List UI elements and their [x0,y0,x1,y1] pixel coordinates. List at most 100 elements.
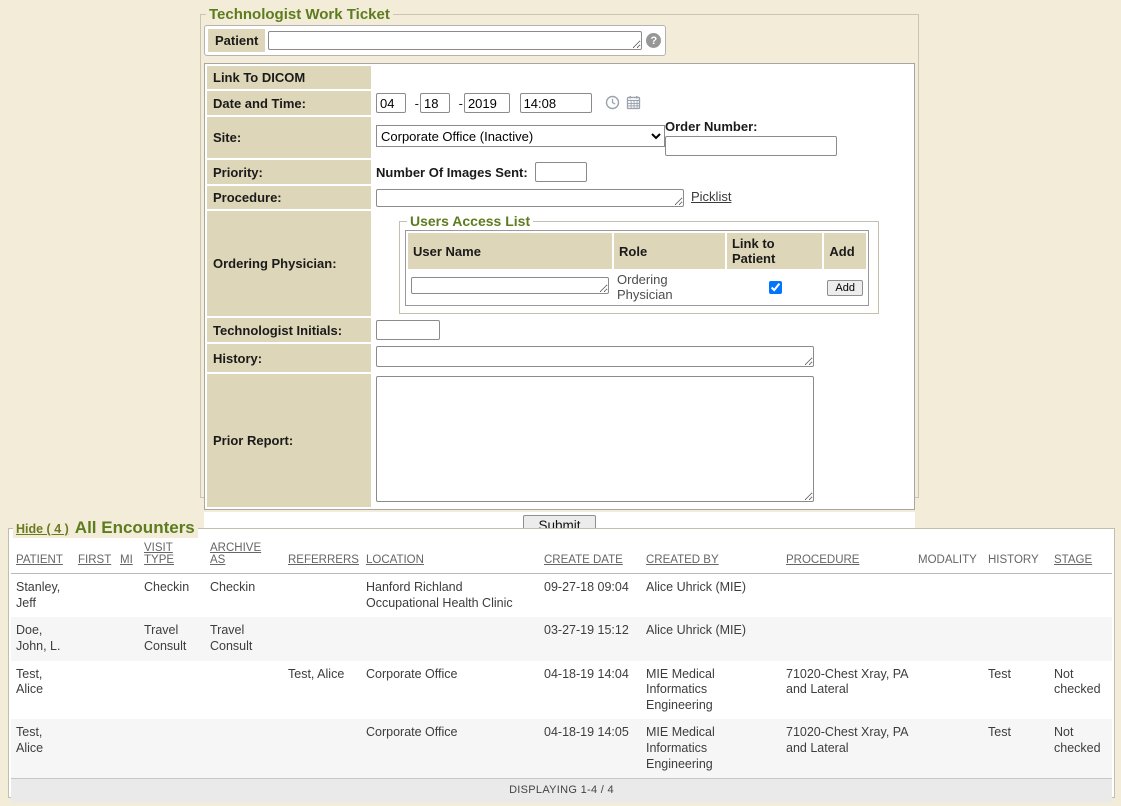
procedure-input[interactable] [376,189,684,207]
all-encounters-section: Hide ( 4 ) All Encounters PATIENT FIRST M… [8,518,1115,798]
users-access-row: Ordering Physician Add [408,271,866,303]
patient-input[interactable] [268,31,642,50]
role-header: Role [614,233,725,269]
encounter-row[interactable]: Test, Alice Corporate Office 04-18-19 14… [11,719,1112,778]
cell-created-by: MIE Medical Informatics Engineering [641,661,781,720]
column-header-stage[interactable]: STAGE [1049,539,1112,574]
cell-location [361,617,539,660]
help-icon[interactable]: ? [646,33,661,48]
date-separator: - [415,96,419,111]
cell-location: Corporate Office [361,719,539,778]
column-header-location[interactable]: LOCATION [361,539,539,574]
cell-history [983,574,1049,618]
column-header-first[interactable]: FIRST [73,539,115,574]
cell-location: Corporate Office [361,661,539,720]
column-header-referrers[interactable]: REFERRERS [283,539,361,574]
add-user-button[interactable]: Add [827,280,863,296]
encounters-footer-row: DISPLAYING 1-4 / 4 [11,779,1112,803]
cell-patient: Test, Alice [11,719,73,778]
column-header-procedure[interactable]: PROCEDURE [781,539,913,574]
work-ticket-title: Technologist Work Ticket [206,6,393,23]
cell-first [73,617,115,660]
column-header-patient[interactable]: PATIENT [11,539,73,574]
cell-procedure [781,574,913,618]
column-header-mi[interactable]: MI [115,539,139,574]
patient-label: Patient [208,29,265,52]
encounter-row[interactable]: Test, Alice Test, Alice Corporate Office… [11,661,1112,720]
site-label: Site: [207,117,371,158]
patient-row: Patient ? [204,25,666,56]
cell-location: Hanford Richland Occupational Health Cli… [361,574,539,618]
column-header-created-by[interactable]: CREATED BY [641,539,781,574]
cell-patient: Test, Alice [11,661,73,720]
prior-report-label: Prior Report: [207,374,371,507]
picklist-link[interactable]: Picklist [691,189,731,204]
all-encounters-title: All Encounters [75,518,195,537]
tech-initials-label: Technologist Initials: [207,318,371,342]
cell-mi [115,661,139,720]
cell-created-by: Alice Uhrick (MIE) [641,574,781,618]
time-input[interactable] [520,93,592,113]
cell-first [73,574,115,618]
cell-create-date: 03-27-19 15:12 [539,617,641,660]
images-sent-input[interactable] [535,162,587,182]
date-year-input[interactable] [464,93,510,113]
history-row: History: [207,344,912,372]
history-input[interactable] [376,346,814,367]
cell-procedure: 71020-Chest Xray, PA and Lateral [781,661,913,720]
prior-report-row: Prior Report: [207,374,912,507]
order-number-input[interactable] [665,136,837,156]
encounter-row[interactable]: Doe, John, L. Travel Consult Travel Cons… [11,617,1112,660]
cell-mi [115,719,139,778]
link-to-dicom-value [373,66,912,89]
date-time-label: Date and Time: [207,91,371,115]
date-time-row: Date and Time: - - [207,91,912,115]
cell-stage: Not checked [1049,661,1112,720]
add-header: Add [824,233,866,269]
users-access-table: User Name Role Link to Patient Add Order… [405,230,869,306]
user-name-header: User Name [408,233,612,269]
column-header-create-date[interactable]: CREATE DATE [539,539,641,574]
cell-archive-as: Checkin [205,574,283,618]
ordering-physician-row: Ordering Physician: Users Access List Us… [207,211,912,316]
order-number-label: Order Number: [665,119,837,134]
tech-initials-input[interactable] [376,320,440,340]
tech-initials-row: Technologist Initials: [207,318,912,342]
cell-referrers: Test, Alice [283,661,361,720]
cell-create-date: 04-18-19 14:04 [539,661,641,720]
work-ticket-table: Link To DICOM Date and Time: - - Site: [204,63,915,510]
date-day-input[interactable] [420,93,450,113]
column-header-visit-type[interactable]: VISIT TYPE [139,539,205,574]
link-to-patient-checkbox[interactable] [769,281,782,294]
work-ticket-form: Technologist Work Ticket Patient ? Link … [200,6,919,498]
cell-stage [1049,617,1112,660]
cell-visit-type [139,719,205,778]
cell-referrers [283,574,361,618]
cell-patient: Doe, John, L. [11,617,73,660]
cell-archive-as: Travel Consult [205,617,283,660]
images-sent-label: Number Of Images Sent: [376,165,528,180]
cell-visit-type [139,661,205,720]
cell-patient: Stanley, Jeff [11,574,73,618]
cell-history: Test [983,719,1049,778]
cell-visit-type: Travel Consult [139,617,205,660]
calendar-icon[interactable] [626,95,641,113]
encounter-row[interactable]: Stanley, Jeff Checkin Checkin Hanford Ri… [11,574,1112,618]
encounters-table: PATIENT FIRST MI VISIT TYPE ARCHIVE AS R… [11,539,1112,803]
cell-history: Test [983,661,1049,720]
hide-encounters-link[interactable]: Hide ( 4 ) [16,522,69,536]
column-header-archive-as[interactable]: ARCHIVE AS [205,539,283,574]
prior-report-input[interactable] [376,376,814,502]
cell-modality [913,719,983,778]
date-month-input[interactable] [376,93,406,113]
priority-label: Priority: [207,160,371,184]
cell-first [73,719,115,778]
cell-procedure: 71020-Chest Xray, PA and Lateral [781,719,913,778]
site-select[interactable]: Corporate Office (Inactive) [376,125,665,147]
cell-history [983,617,1049,660]
role-value: Ordering Physician [614,271,725,303]
user-name-input[interactable] [411,277,609,294]
order-number-block: Order Number: [665,119,837,156]
procedure-label: Procedure: [207,186,371,209]
clock-icon[interactable] [605,95,620,113]
